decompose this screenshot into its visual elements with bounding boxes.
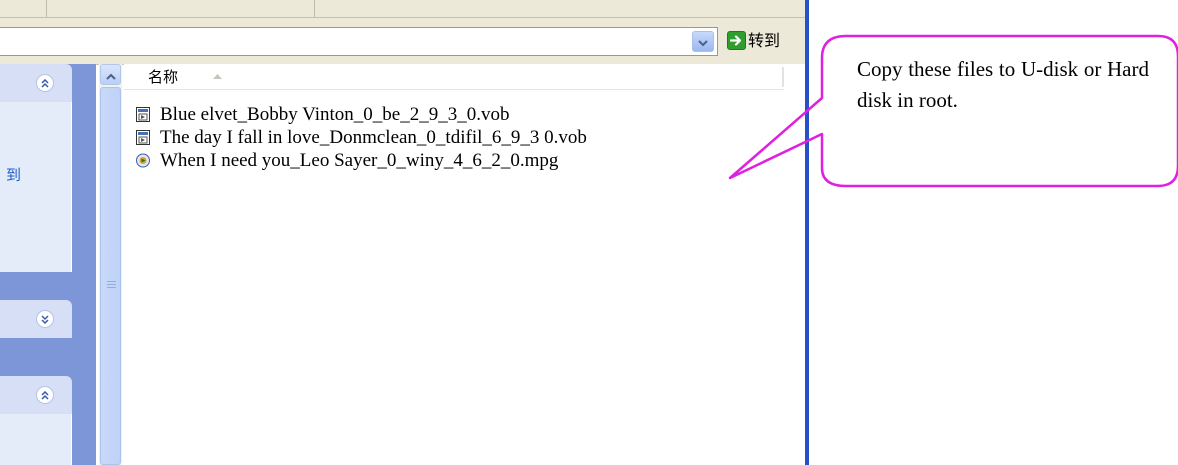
callout-text: Copy these files to U-disk or Hard disk …	[857, 57, 1149, 112]
